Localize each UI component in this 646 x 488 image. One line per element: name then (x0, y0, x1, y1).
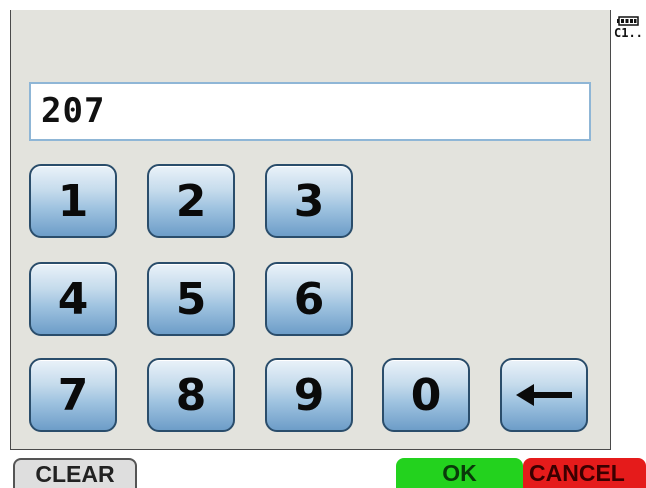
backspace-button[interactable] (500, 358, 588, 432)
cancel-button[interactable]: CANCEL (523, 458, 646, 488)
key-2[interactable]: 2 (147, 164, 235, 238)
key-1[interactable]: 1 (29, 164, 117, 238)
key-0[interactable]: 0 (382, 358, 470, 432)
battery-icon (617, 16, 639, 26)
key-8[interactable]: 8 (147, 358, 235, 432)
left-arrow-icon (516, 384, 572, 406)
number-display[interactable]: 207 (29, 82, 591, 141)
key-3[interactable]: 3 (265, 164, 353, 238)
key-6[interactable]: 6 (265, 262, 353, 336)
ok-button[interactable]: OK (396, 458, 523, 488)
key-4[interactable]: 4 (29, 262, 117, 336)
key-5[interactable]: 5 (147, 262, 235, 336)
clear-button[interactable]: CLEAR (13, 458, 137, 488)
channel-status: C1.. (614, 26, 643, 40)
key-9[interactable]: 9 (265, 358, 353, 432)
key-7[interactable]: 7 (29, 358, 117, 432)
